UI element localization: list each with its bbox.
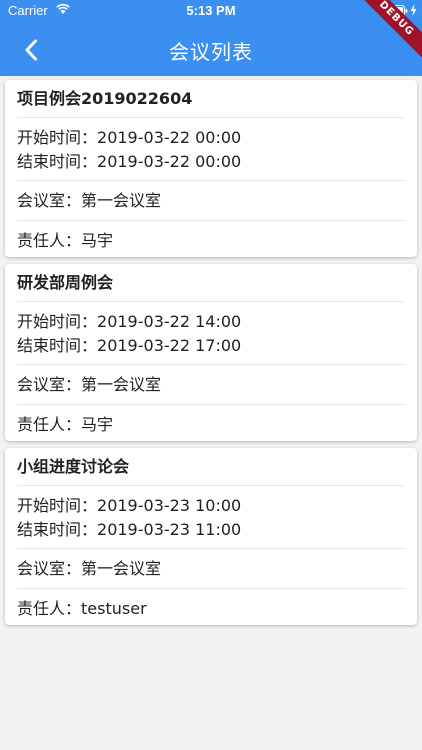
owner-row: 责任人：马宇 bbox=[17, 405, 405, 441]
end-time-line: 结束时间：2019-03-22 00:00 bbox=[17, 150, 405, 174]
room-label: 会议室： bbox=[17, 191, 82, 210]
owner-row: 责任人：马宇 bbox=[17, 221, 405, 257]
room-row: 会议室：第一会议室 bbox=[17, 365, 405, 405]
owner-label: 责任人： bbox=[17, 231, 82, 250]
room-row: 会议室：第一会议室 bbox=[17, 181, 405, 221]
end-value: 2019-03-23 11:00 bbox=[97, 520, 242, 539]
start-time-line: 开始时间：2019-03-23 10:00 bbox=[17, 494, 405, 518]
status-bar: Carrier 5:13 PM bbox=[0, 0, 422, 22]
status-time: 5:13 PM bbox=[186, 3, 236, 18]
meeting-card[interactable]: 小组进度讨论会 开始时间：2019-03-23 10:00 结束时间：2019-… bbox=[5, 448, 417, 625]
room-label: 会议室： bbox=[17, 375, 82, 394]
owner-label: 责任人： bbox=[17, 599, 82, 618]
end-time-line: 结束时间：2019-03-23 11:00 bbox=[17, 518, 405, 542]
start-label: 开始时间： bbox=[17, 496, 98, 515]
room-value: 第一会议室 bbox=[81, 191, 162, 210]
page-title: 会议列表 bbox=[169, 40, 253, 64]
meeting-title: 项目例会2019022604 bbox=[17, 80, 405, 118]
meeting-card[interactable]: 研发部周例会 开始时间：2019-03-22 14:00 结束时间：2019-0… bbox=[5, 264, 417, 441]
start-label: 开始时间： bbox=[17, 312, 98, 331]
owner-value: testuser bbox=[81, 599, 147, 618]
start-time-line: 开始时间：2019-03-22 00:00 bbox=[17, 126, 405, 150]
start-value: 2019-03-22 14:00 bbox=[97, 312, 242, 331]
start-time-line: 开始时间：2019-03-22 14:00 bbox=[17, 310, 405, 334]
owner-label: 责任人： bbox=[17, 415, 82, 434]
charging-icon bbox=[410, 4, 417, 16]
room-value: 第一会议室 bbox=[81, 559, 162, 578]
owner-value: 马宇 bbox=[81, 415, 114, 434]
end-value: 2019-03-22 17:00 bbox=[97, 336, 242, 355]
start-value: 2019-03-23 10:00 bbox=[97, 496, 242, 515]
meeting-times: 开始时间：2019-03-22 00:00 结束时间：2019-03-22 00… bbox=[17, 118, 405, 181]
start-label: 开始时间： bbox=[17, 128, 98, 147]
owner-value: 马宇 bbox=[81, 231, 114, 250]
meeting-list: 项目例会2019022604 开始时间：2019-03-22 00:00 结束时… bbox=[5, 80, 417, 632]
meeting-times: 开始时间：2019-03-22 14:00 结束时间：2019-03-22 17… bbox=[17, 302, 405, 365]
room-label: 会议室： bbox=[17, 559, 82, 578]
end-label: 结束时间： bbox=[17, 152, 98, 171]
room-value: 第一会议室 bbox=[81, 375, 162, 394]
meeting-title: 小组进度讨论会 bbox=[17, 448, 405, 486]
app-bar: Carrier 5:13 PM 会议列表 bbox=[0, 0, 422, 76]
end-label: 结束时间： bbox=[17, 336, 98, 355]
meeting-card[interactable]: 项目例会2019022604 开始时间：2019-03-22 00:00 结束时… bbox=[5, 80, 417, 257]
end-time-line: 结束时间：2019-03-22 17:00 bbox=[17, 334, 405, 358]
start-value: 2019-03-22 00:00 bbox=[97, 128, 242, 147]
meeting-title: 研发部周例会 bbox=[17, 264, 405, 302]
owner-row: 责任人：testuser bbox=[17, 589, 405, 625]
end-value: 2019-03-22 00:00 bbox=[97, 152, 242, 171]
end-label: 结束时间： bbox=[17, 520, 98, 539]
meeting-times: 开始时间：2019-03-23 10:00 结束时间：2019-03-23 11… bbox=[17, 486, 405, 549]
room-row: 会议室：第一会议室 bbox=[17, 549, 405, 589]
